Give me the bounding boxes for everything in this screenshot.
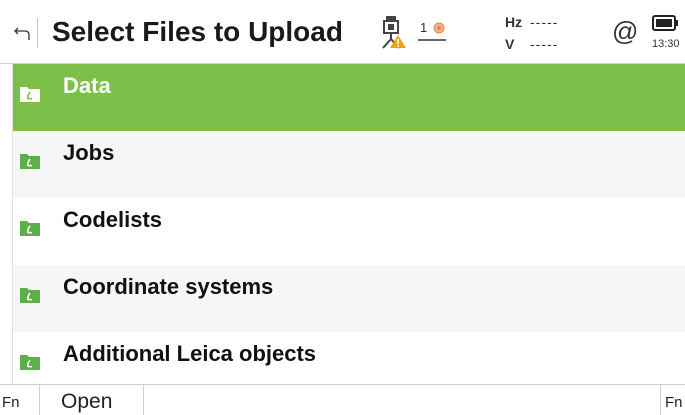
- instrument-warning-icon[interactable]: [380, 15, 408, 49]
- page-title: Select Files to Upload: [52, 16, 343, 47]
- target-icon: [418, 22, 446, 41]
- back-arrow-icon: [14, 27, 30, 40]
- list-item-label: Coordinate systems: [63, 274, 274, 299]
- clock: 13:30: [652, 38, 680, 50]
- battery-icon[interactable]: [652, 14, 680, 32]
- folder-icon: [20, 355, 40, 370]
- softkey-bar: Fn Open Fn: [0, 384, 685, 415]
- open-button[interactable]: Open: [40, 385, 144, 415]
- list-item-data[interactable]: Data: [13, 64, 685, 131]
- hz-label: Hz: [505, 14, 523, 30]
- folder-icon: [20, 87, 40, 102]
- list-item-jobs[interactable]: Jobs: [13, 131, 685, 198]
- connection-at-icon[interactable]: @: [612, 16, 638, 47]
- list-item-label: Codelists: [63, 207, 163, 232]
- back-button[interactable]: [12, 18, 38, 48]
- folder-list: Data Jobs Codelists Coordinate systems A…: [13, 64, 685, 399]
- fn-left-key[interactable]: Fn: [0, 385, 40, 415]
- v-label: V: [505, 36, 515, 52]
- title-bar: Select Files to Upload 1 Hz ----- V ----…: [0, 0, 685, 64]
- folder-icon: [20, 221, 40, 236]
- fn-right-key[interactable]: Fn: [660, 385, 685, 415]
- folder-icon: [20, 154, 40, 169]
- list-item-coordinate-systems[interactable]: Coordinate systems: [13, 265, 685, 332]
- list-item-codelists[interactable]: Codelists: [13, 198, 685, 265]
- v-value: -----: [530, 36, 559, 52]
- list-item-label: Additional Leica objects: [63, 341, 317, 366]
- hz-value: -----: [530, 14, 559, 30]
- list-item-label: Data: [63, 73, 111, 98]
- folder-icon: [20, 288, 40, 303]
- list-item-label: Jobs: [63, 140, 115, 165]
